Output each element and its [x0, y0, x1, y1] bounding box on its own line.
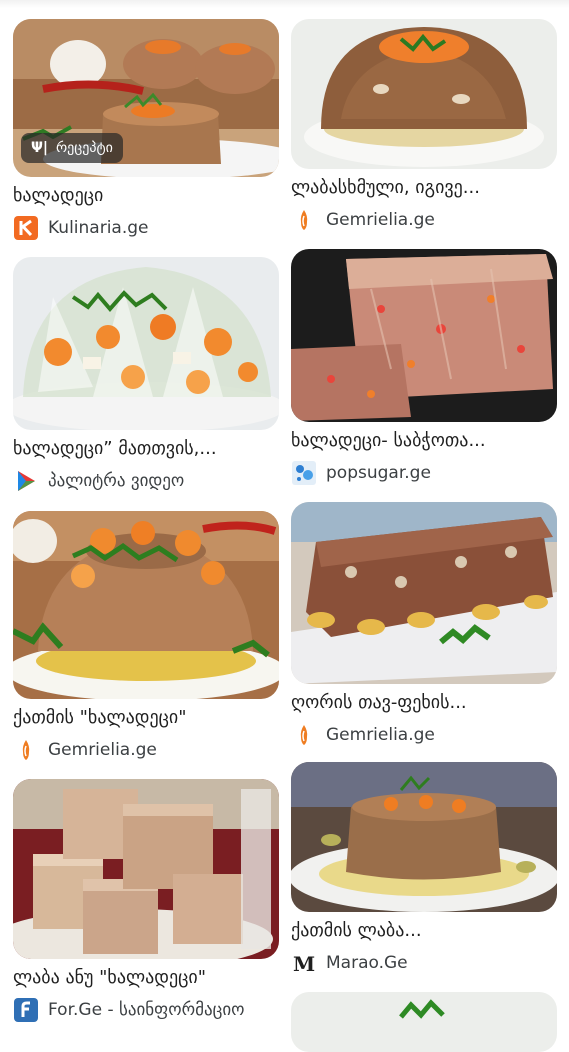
result-source[interactable]: Kulinaria.ge — [13, 215, 279, 241]
result-thumbnail[interactable] — [13, 779, 279, 959]
result-card-2[interactable]: ლაბასხმული, იგივე... Gemrielia.ge — [291, 19, 557, 233]
result-card-4[interactable]: ხალადეცი- საბჭოთა... popsugar.ge — [291, 249, 557, 486]
palitra-play-icon — [13, 468, 39, 494]
result-source[interactable]: M Marao.Ge — [291, 950, 557, 976]
source-name: Gemrielia.ge — [326, 725, 435, 745]
gemrielia-logo-icon — [291, 207, 317, 233]
result-card-7[interactable]: ლაბა ანუ "ხალადეცი" For.Ge - საინფორმაცი… — [13, 779, 279, 1023]
marao-logo-icon: M — [291, 950, 317, 976]
forge-logo-icon — [13, 997, 39, 1023]
result-thumbnail[interactable]: Ψ| რეცეპტი — [13, 19, 279, 177]
source-name: For.Ge - საინფორმაციო — [48, 1000, 245, 1020]
result-thumbnail[interactable] — [291, 19, 557, 169]
gemrielia-logo-icon — [291, 722, 317, 748]
result-source[interactable]: Gemrielia.ge — [291, 207, 557, 233]
result-title[interactable]: ღორის თავ-ფეხის... — [291, 692, 557, 714]
gemrielia-logo-icon — [13, 737, 39, 763]
result-thumbnail[interactable] — [13, 257, 279, 430]
kulinaria-logo-icon — [13, 215, 39, 241]
result-source[interactable]: For.Ge - საინფორმაციო — [13, 997, 279, 1023]
result-thumbnail[interactable] — [291, 502, 557, 684]
source-name: პალიტრა ვიდეო — [48, 471, 185, 491]
result-title[interactable]: ხალადეცი” მათთვის,... — [13, 438, 279, 460]
source-name: Marao.Ge — [326, 953, 408, 973]
result-card-1[interactable]: Ψ| რეცეპტი ხალადეცი Kulinaria.ge — [13, 19, 279, 241]
popsugar-logo-icon — [291, 460, 317, 486]
recipe-badge-label: რეცეპტი — [56, 140, 113, 156]
result-title[interactable]: ქათმის "ხალადეცი" — [13, 707, 279, 729]
result-thumbnail[interactable] — [13, 511, 279, 699]
result-title[interactable]: ხალადეცი — [13, 185, 279, 207]
result-title[interactable]: ქათმის ლაბა... — [291, 920, 557, 942]
result-card-5[interactable]: ქათმის "ხალადეცი" Gemrielia.ge — [13, 511, 279, 763]
result-thumbnail[interactable] — [291, 992, 557, 1052]
result-card-3[interactable]: ხალადეცი” მათთვის,... პალიტრა ვიდეო — [13, 257, 279, 494]
top-divider — [0, 0, 569, 8]
source-name: Kulinaria.ge — [48, 218, 149, 238]
result-thumbnail[interactable] — [291, 249, 557, 422]
result-source[interactable]: popsugar.ge — [291, 460, 557, 486]
result-title[interactable]: ხალადეცი- საბჭოთა... — [291, 430, 557, 452]
result-thumbnail[interactable] — [291, 762, 557, 912]
result-source[interactable]: Gemrielia.ge — [13, 737, 279, 763]
result-source[interactable]: პალიტრა ვიდეო — [13, 468, 279, 494]
source-name: Gemrielia.ge — [48, 740, 157, 760]
result-card-6[interactable]: ღორის თავ-ფეხის... Gemrielia.ge — [291, 502, 557, 748]
recipe-badge: Ψ| რეცეპტი — [21, 133, 123, 163]
result-source[interactable]: Gemrielia.ge — [291, 722, 557, 748]
fork-knife-icon: Ψ| — [31, 140, 49, 156]
source-name: Gemrielia.ge — [326, 210, 435, 230]
svg-text:M: M — [293, 952, 315, 975]
result-card-9-partial[interactable] — [291, 992, 557, 1052]
result-title[interactable]: ლაბა ანუ "ხალადეცი" — [13, 967, 279, 989]
result-card-8[interactable]: ქათმის ლაბა... M Marao.Ge — [291, 762, 557, 976]
source-name: popsugar.ge — [326, 463, 431, 483]
result-title[interactable]: ლაბასხმული, იგივე... — [291, 177, 557, 199]
